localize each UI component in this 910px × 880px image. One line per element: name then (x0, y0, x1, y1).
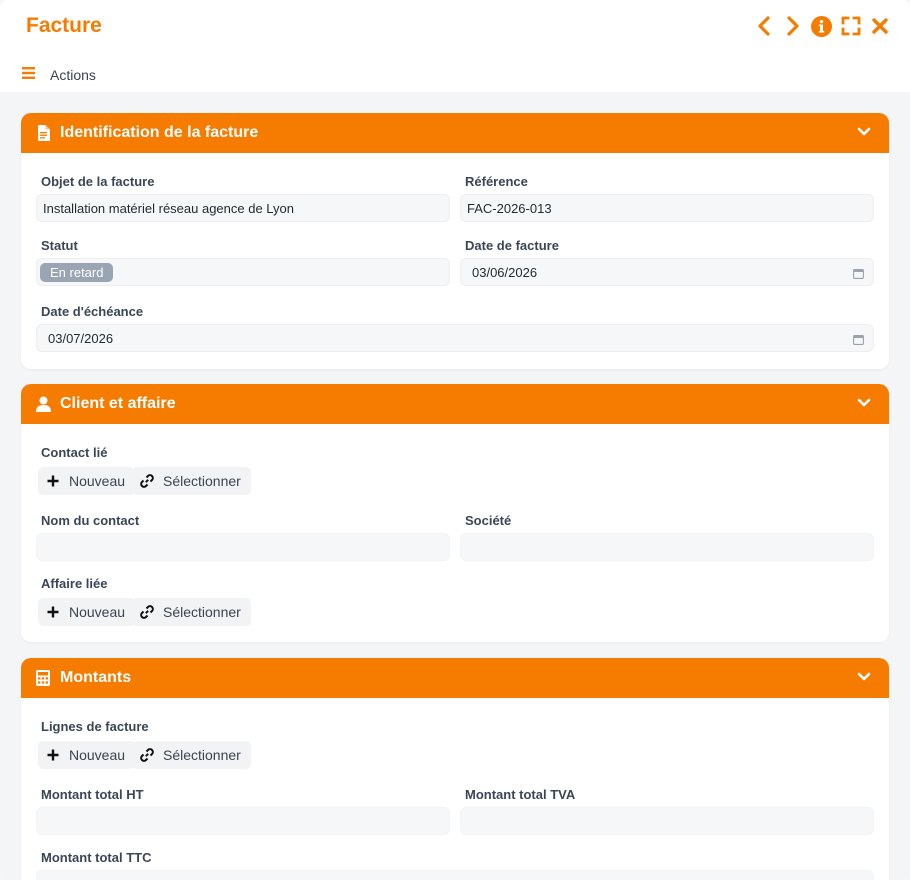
affaire-label: Affaire liée (41, 576, 108, 591)
objet-label: Objet de la facture (41, 174, 155, 189)
nom-contact-field[interactable] (36, 533, 450, 561)
societe-label: Société (465, 513, 512, 528)
reference-label: Référence (465, 174, 528, 189)
section-client-title: Client et affaire (60, 395, 176, 412)
section-client-header[interactable]: Client et affaire (21, 384, 889, 424)
montant-ttc-field[interactable] (36, 870, 874, 880)
plus-icon (46, 748, 60, 762)
section-client: Client et affaire Contact lié Nouveau Sé… (21, 384, 889, 642)
lignes-select-label: Sélectionner (163, 747, 241, 763)
chevron-down-icon[interactable] (857, 124, 871, 142)
affaire-new-label: Nouveau (69, 604, 126, 620)
chevron-down-icon[interactable] (857, 395, 871, 413)
montant-ht-label: Montant total HT (41, 787, 144, 802)
montant-tva-field[interactable] (460, 807, 874, 835)
contact-label: Contact lié (41, 445, 108, 460)
section-identification: Identification de la facture Objet de la… (21, 113, 889, 369)
link-icon (140, 748, 154, 762)
affaire-new-button[interactable]: Nouveau (38, 598, 136, 626)
plus-icon (46, 474, 60, 488)
link-icon (140, 605, 154, 619)
calendar-icon[interactable] (853, 333, 864, 348)
section-montants-header[interactable]: Montants (21, 658, 889, 698)
info-icon[interactable] (807, 14, 836, 38)
lignes-new-button[interactable]: Nouveau (38, 741, 136, 769)
lignes-select-button[interactable]: Sélectionner (132, 741, 251, 769)
chevron-down-icon[interactable] (857, 669, 871, 687)
expand-icon[interactable] (836, 14, 865, 38)
section-montants: Montants Lignes de facture Nouveau Sélec… (21, 658, 889, 880)
section-identification-header[interactable]: Identification de la facture (21, 113, 889, 153)
window-header: Facture Actions (0, 0, 910, 92)
section-montants-title: Montants (60, 669, 132, 686)
date-facture-value: 03/06/2026 (472, 264, 538, 280)
invoice-window: Facture Actions Identification de la fac… (0, 0, 910, 880)
user-icon (35, 395, 51, 413)
link-icon (140, 474, 154, 488)
window-controls (749, 14, 894, 38)
status-badge: En retard (40, 262, 114, 282)
date-echeance-label: Date d'échéance (41, 304, 144, 319)
date-echeance-value: 03/07/2026 (48, 330, 114, 346)
contact-new-button[interactable]: Nouveau (38, 467, 136, 495)
statut-field[interactable]: En retard (36, 258, 450, 286)
actions-label[interactable]: Actions (50, 67, 96, 83)
societe-field[interactable] (460, 533, 874, 561)
date-echeance-field[interactable]: 03/07/2026 (36, 324, 874, 352)
montant-ht-field[interactable] (36, 807, 450, 835)
calculator-icon (35, 669, 51, 687)
chevron-left-icon[interactable] (749, 14, 778, 38)
window-title: Facture (26, 14, 102, 37)
plus-icon (46, 605, 60, 619)
date-facture-field[interactable]: 03/06/2026 (460, 258, 874, 286)
date-facture-label: Date de facture (465, 238, 559, 253)
hamburger-icon[interactable] (22, 66, 35, 84)
actions-menu[interactable]: Actions (22, 66, 96, 84)
affaire-select-button[interactable]: Sélectionner (132, 598, 251, 626)
montant-ttc-label: Montant total TTC (41, 850, 152, 865)
montant-tva-label: Montant total TVA (465, 787, 576, 802)
chevron-right-icon[interactable] (778, 14, 807, 38)
reference-field[interactable]: FAC-2026-013 (460, 194, 874, 222)
close-icon[interactable] (865, 14, 894, 38)
statut-label: Statut (41, 238, 78, 253)
document-icon (35, 124, 51, 142)
calendar-icon[interactable] (853, 267, 864, 282)
lignes-new-label: Nouveau (69, 747, 126, 763)
lignes-label: Lignes de facture (41, 719, 149, 734)
affaire-select-label: Sélectionner (163, 604, 241, 620)
contact-select-label: Sélectionner (163, 473, 241, 489)
nom-contact-label: Nom du contact (41, 513, 140, 528)
contact-new-label: Nouveau (69, 473, 126, 489)
objet-field[interactable]: Installation matériel réseau agence de L… (36, 194, 450, 222)
section-identification-title: Identification de la facture (60, 124, 259, 141)
contact-select-button[interactable]: Sélectionner (132, 467, 251, 495)
